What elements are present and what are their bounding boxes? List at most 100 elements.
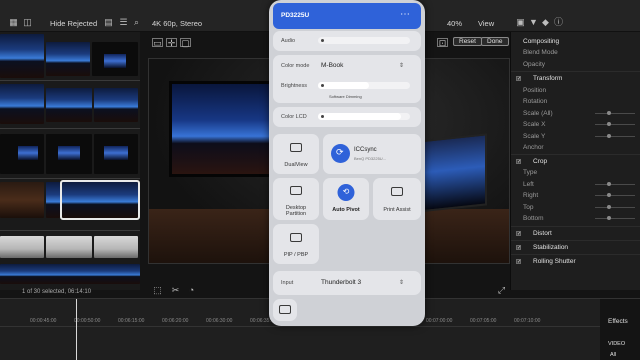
inspector-row-distort[interactable]: ✓ Distort	[511, 228, 640, 239]
desktop-partition-tile[interactable]: Desktop Partition	[273, 178, 319, 220]
inspector-row-crop[interactable]: ✓ Crop	[511, 156, 640, 167]
clip-thumbnail[interactable]	[94, 88, 138, 122]
param-slider[interactable]	[595, 124, 635, 125]
speed-tool-icon[interactable]: ◔	[186, 286, 197, 295]
clip-thumbnail[interactable]	[0, 264, 140, 284]
media-icon[interactable]: ◫	[22, 18, 33, 27]
inspector-row-scale-x[interactable]: Scale X	[511, 119, 640, 130]
input-select[interactable]: Thunderbolt 3	[321, 279, 361, 286]
slider-knob[interactable]	[607, 111, 611, 115]
inspector-row-blend-mode[interactable]: Blend Mode	[511, 47, 640, 58]
param-slider[interactable]	[595, 113, 635, 114]
checkbox-icon[interactable]: ✓	[516, 231, 521, 237]
filter-icon[interactable]: ◆	[540, 18, 551, 27]
monitor-header[interactable]: PD3225U ⋯	[273, 3, 421, 29]
crop-mode-icon[interactable]: ▭	[152, 38, 163, 48]
color-mode-select[interactable]: M-Book	[321, 62, 343, 69]
fullscreen-toggle-icon[interactable]: ⤢	[496, 286, 507, 295]
color-inspector-icon[interactable]: ▼	[528, 18, 539, 27]
clip-thumbnail[interactable]	[0, 84, 44, 124]
desktop-partition-icon	[290, 186, 302, 195]
inspector-row-compositing[interactable]: Compositing	[511, 36, 640, 47]
clip-thumbnail[interactable]	[46, 236, 92, 258]
param-slider[interactable]	[595, 184, 635, 185]
more-options-icon[interactable]: ⋯	[400, 9, 411, 20]
transform-tool-icon[interactable]: ⬚	[152, 286, 163, 295]
inspector-row-scale-y[interactable]: Scale Y	[511, 131, 640, 142]
inspector-row-top[interactable]: Top	[511, 202, 640, 213]
clip-thumbnail[interactable]	[94, 236, 138, 258]
playhead[interactable]	[76, 299, 77, 360]
slider-knob[interactable]	[607, 205, 611, 209]
iccsync-tile[interactable]: ⟳ ICCsync BenQ PD3225U...	[323, 134, 421, 174]
zoom-level[interactable]: 40%	[447, 19, 462, 28]
clip-thumbnail[interactable]	[46, 88, 92, 122]
slider-knob[interactable]	[607, 182, 611, 186]
color-mode-card: Color mode M-Book ⇕ Brightness Software …	[273, 55, 421, 103]
clip-thumbnail[interactable]	[0, 134, 44, 174]
dualview-tile[interactable]: DualView	[273, 134, 319, 174]
fullscreen-icon[interactable]: ⊡	[437, 38, 448, 48]
slider-knob[interactable]	[607, 134, 611, 138]
inspector-row-stabilization[interactable]: ✓ Stabilization	[511, 242, 640, 253]
inspector-row-transform[interactable]: ✓ Transform	[511, 73, 640, 84]
audio-slider[interactable]	[318, 37, 410, 44]
checkbox-icon[interactable]: ✓	[516, 76, 521, 82]
inspector-label: Rolling Shutter	[533, 258, 576, 265]
slider-knob[interactable]	[607, 122, 611, 126]
inspector-video-icon[interactable]: ▣	[515, 18, 526, 27]
list-view-icon[interactable]: ☰	[118, 18, 129, 27]
view-menu[interactable]: View	[478, 19, 494, 28]
transform-mode-icon[interactable]: ✛	[166, 38, 177, 48]
window-layout-button[interactable]	[273, 299, 297, 321]
clip-thumbnail[interactable]	[0, 236, 44, 258]
clip-thumbnail[interactable]	[46, 42, 90, 76]
effects-tool-icon[interactable]: ✂	[170, 286, 181, 295]
inspector-row-opacity[interactable]: Opacity	[511, 59, 640, 70]
search-icon[interactable]: ⌕	[131, 18, 142, 27]
clip-thumbnail[interactable]	[92, 42, 138, 76]
inspector-row-rotation[interactable]: Rotation	[511, 96, 640, 107]
library-icon[interactable]: ▦	[8, 18, 19, 27]
clip-thumbnail[interactable]	[46, 134, 92, 174]
inspector-row-position[interactable]: Position	[511, 85, 640, 96]
pip-pbp-tile[interactable]: PIP / PBP	[273, 224, 319, 264]
chevron-updown-icon[interactable]: ⇕	[399, 62, 404, 69]
slider-knob[interactable]	[607, 216, 611, 220]
clip-appearance-icon[interactable]: ▤	[103, 18, 114, 27]
inspector-row-scale-all[interactable]: Scale (All)	[511, 108, 640, 119]
inspector-row-anchor[interactable]: Anchor	[511, 142, 640, 153]
param-slider[interactable]	[595, 207, 635, 208]
selected-clip-thumbnail[interactable]	[60, 180, 140, 220]
print-assist-tile[interactable]: Print Assist	[373, 178, 421, 220]
param-slider[interactable]	[595, 218, 635, 219]
info-icon[interactable]: ⓘ	[553, 18, 564, 27]
param-slider[interactable]	[595, 195, 635, 196]
brightness-slider[interactable]	[318, 82, 410, 89]
clip-thumbnail[interactable]	[46, 182, 60, 218]
inspector-row-bottom[interactable]: Bottom	[511, 213, 640, 224]
inspector-label: Scale (All)	[523, 110, 553, 117]
inspector-row-rolling-shutter[interactable]: ✓ Rolling Shutter	[511, 256, 640, 267]
color-lcd-slider[interactable]	[318, 113, 410, 120]
effects-label[interactable]: Effects	[608, 318, 628, 325]
clip-thumbnail[interactable]	[0, 34, 44, 78]
all-category-item[interactable]: All	[610, 352, 616, 358]
checkbox-icon[interactable]: ✓	[516, 159, 521, 165]
clip-thumbnail[interactable]	[94, 134, 138, 174]
slider-knob[interactable]	[607, 193, 611, 197]
checkbox-icon[interactable]: ✓	[516, 259, 521, 265]
reset-button[interactable]: Reset	[453, 37, 482, 46]
chevron-updown-icon[interactable]: ⇕	[399, 279, 404, 286]
inspector-row-left[interactable]: Left	[511, 179, 640, 190]
done-button[interactable]: Done	[481, 37, 509, 46]
hide-rejected-filter[interactable]: Hide Rejected	[50, 19, 97, 28]
inspector-row-right[interactable]: Right	[511, 190, 640, 201]
checkbox-icon[interactable]: ✓	[516, 245, 521, 251]
inspector-row-type[interactable]: Type	[511, 167, 640, 178]
inspector-label: Left	[523, 181, 534, 188]
auto-pivot-tile[interactable]: ⟲ Auto Pivot	[323, 178, 369, 220]
distort-mode-icon[interactable]: ▢	[180, 38, 191, 48]
param-slider[interactable]	[595, 136, 635, 137]
clip-thumbnail[interactable]	[0, 182, 44, 218]
